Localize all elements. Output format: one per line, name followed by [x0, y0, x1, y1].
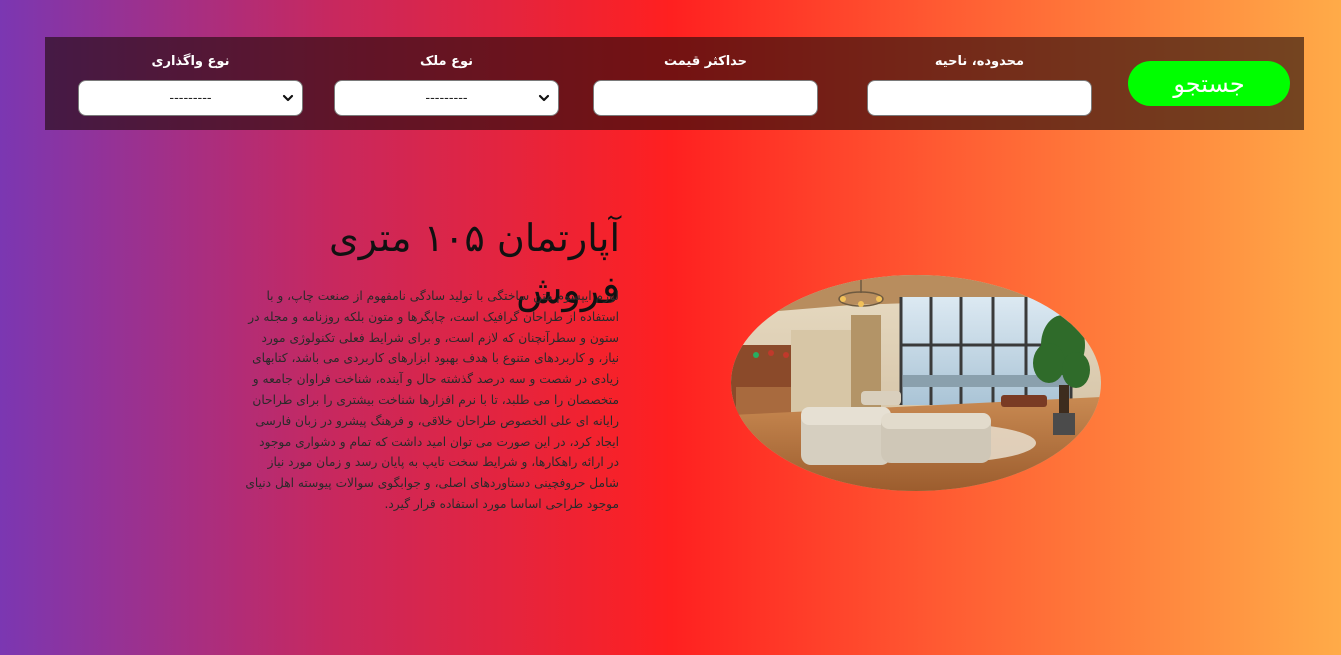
chevron-down-icon: [282, 94, 294, 102]
max-price-label: حداکثر قیمت: [663, 54, 748, 69]
search-bar: محدوده، ناحیه حداکثر قیمت نوع ملک ------…: [45, 37, 1304, 130]
max-price-input[interactable]: [593, 80, 818, 116]
listing-description: لورم ایپسوم متن ساختگی با تولید سادگی نا…: [245, 289, 619, 511]
area-label: محدوده، ناحیه: [934, 54, 1025, 69]
transfer-type-selected: ---------: [169, 90, 212, 106]
area-input[interactable]: [867, 80, 1092, 116]
search-button[interactable]: جستجو: [1128, 61, 1290, 106]
listing-image: [731, 275, 1101, 491]
max-price-field: حداکثر قیمت: [593, 53, 818, 116]
transfer-type-select[interactable]: ---------: [78, 80, 303, 116]
transfer-type-label: نوع واگذاری: [151, 54, 230, 69]
area-field: محدوده، ناحیه: [867, 53, 1092, 116]
property-type-select[interactable]: ---------: [334, 80, 559, 116]
property-type-field: نوع ملک ---------: [334, 53, 559, 116]
property-type-selected: ---------: [425, 90, 468, 106]
transfer-type-field: نوع واگذاری ---------: [78, 53, 303, 116]
chevron-down-icon: [538, 94, 550, 102]
property-type-label: نوع ملک: [419, 54, 474, 69]
living-room-photo-icon: [731, 275, 1101, 491]
